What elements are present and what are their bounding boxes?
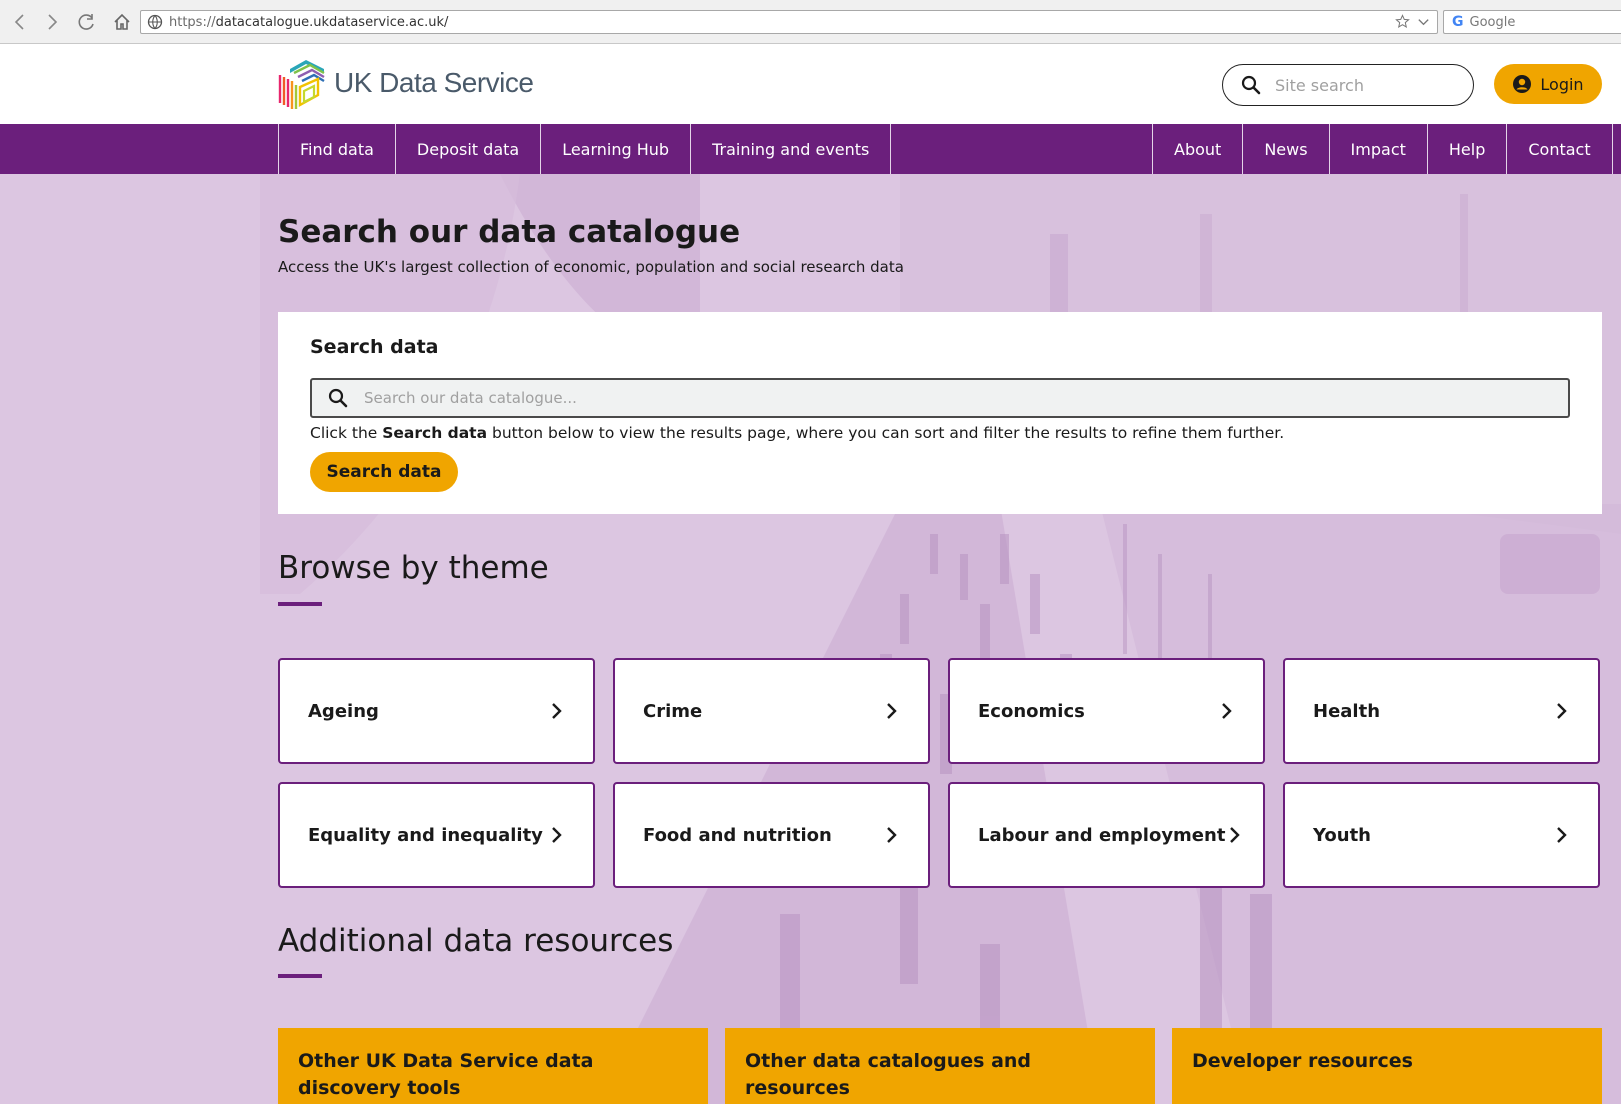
- forward-icon[interactable]: [40, 10, 64, 34]
- browse-by-theme-rule: [278, 602, 322, 606]
- theme-label: Youth: [1313, 824, 1371, 846]
- browser-search-box[interactable]: G Google: [1443, 10, 1621, 34]
- browser-toolbar: https://datacatalogue.ukdataservice.ac.u…: [0, 0, 1621, 44]
- chevron-right-icon: [552, 703, 562, 719]
- google-logo-icon: G: [1452, 14, 1464, 30]
- nav-deposit-data[interactable]: Deposit data: [396, 124, 542, 174]
- chevron-right-icon: [1222, 703, 1232, 719]
- chevron-right-icon: [1557, 703, 1567, 719]
- login-label: Login: [1540, 74, 1584, 94]
- search-help-before: Click the: [310, 424, 383, 442]
- main-navigation: Find data Deposit data Learning Hub Trai…: [0, 124, 1621, 174]
- theme-label: Food and nutrition: [643, 824, 832, 846]
- theme-label: Health: [1313, 700, 1381, 722]
- search-icon: [328, 388, 348, 408]
- search-help-bold: Search data: [382, 424, 488, 442]
- resource-label: Other data catalogues and resources: [745, 1050, 1032, 1099]
- theme-label: Labour and employment: [978, 824, 1226, 846]
- url-host: datacatalogue.ukdataservice.ac.uk/: [215, 14, 449, 30]
- search-help-after: button below to view the results page, w…: [487, 424, 1285, 442]
- nav-find-data[interactable]: Find data: [279, 124, 396, 174]
- chevron-right-icon: [887, 827, 897, 843]
- logo-text: UK Data Service: [334, 67, 534, 98]
- url-scheme: https://: [169, 14, 216, 30]
- theme-label: Equality and inequality: [308, 824, 543, 846]
- hero-section: Search our data catalogue Access the UK'…: [0, 174, 1621, 1104]
- additional-resources-heading: Additional data resources: [278, 923, 674, 959]
- theme-label: Crime: [643, 700, 703, 722]
- resource-label: Developer resources: [1192, 1050, 1413, 1072]
- resource-card-discovery-tools[interactable]: Other UK Data Service data discovery too…: [278, 1028, 708, 1104]
- theme-card-food-nutrition[interactable]: Food and nutrition: [613, 782, 930, 888]
- theme-card-ageing[interactable]: Ageing: [278, 658, 595, 764]
- resource-cards: Other UK Data Service data discovery too…: [278, 1028, 1602, 1104]
- theme-grid: Ageing Crime Economics Health Equality a…: [278, 658, 1602, 888]
- reload-icon[interactable]: [75, 10, 99, 34]
- chevron-right-icon: [1230, 827, 1241, 843]
- search-data-button[interactable]: Search data: [310, 452, 458, 492]
- site-logo[interactable]: UK Data Service: [276, 55, 534, 111]
- login-button[interactable]: Login: [1494, 64, 1602, 104]
- nav-news[interactable]: News: [1243, 124, 1330, 174]
- nav-training-events[interactable]: Training and events: [691, 124, 892, 174]
- resource-label: Other UK Data Service data discovery too…: [298, 1050, 594, 1099]
- theme-card-crime[interactable]: Crime: [613, 658, 930, 764]
- browse-by-theme-heading: Browse by theme: [278, 550, 549, 586]
- user-icon: [1513, 75, 1532, 93]
- theme-label: Ageing: [308, 700, 379, 722]
- search-data-card: Search data Click the Search data button…: [278, 312, 1602, 514]
- resource-card-other-catalogues[interactable]: Other data catalogues and resources: [725, 1028, 1155, 1104]
- page-subtitle: Access the UK's largest collection of ec…: [278, 258, 904, 276]
- url-dropdown-icon[interactable]: [1416, 14, 1431, 29]
- nav-contact[interactable]: Contact: [1507, 124, 1613, 174]
- theme-card-youth[interactable]: Youth: [1283, 782, 1600, 888]
- site-search[interactable]: [1222, 64, 1474, 106]
- theme-card-economics[interactable]: Economics: [948, 658, 1265, 764]
- nav-impact[interactable]: Impact: [1330, 124, 1428, 174]
- search-icon: [1241, 75, 1261, 95]
- nav-help[interactable]: Help: [1428, 124, 1508, 174]
- back-icon[interactable]: [8, 10, 32, 34]
- address-bar[interactable]: https://datacatalogue.ukdataservice.ac.u…: [140, 10, 1438, 34]
- chevron-right-icon: [1557, 827, 1567, 843]
- browser-search-placeholder: Google: [1469, 14, 1516, 30]
- resource-card-developer[interactable]: Developer resources: [1172, 1028, 1602, 1104]
- chevron-right-icon: [887, 703, 897, 719]
- nav-learning-hub[interactable]: Learning Hub: [541, 124, 692, 174]
- bookmark-star-icon[interactable]: [1395, 14, 1410, 29]
- site-header: UK Data Service Login: [0, 45, 1621, 124]
- additional-resources-rule: [278, 974, 322, 978]
- theme-label: Economics: [978, 700, 1085, 722]
- catalogue-search-field[interactable]: [310, 378, 1570, 418]
- nav-about[interactable]: About: [1153, 124, 1244, 174]
- page-title: Search our data catalogue: [278, 214, 741, 250]
- search-card-title: Search data: [310, 336, 439, 358]
- uk-data-service-logo-icon: [278, 60, 325, 109]
- search-help-text: Click the Search data button below to vi…: [310, 424, 1284, 442]
- catalogue-search-input[interactable]: [364, 389, 1544, 407]
- primary-nav: Find data Deposit data Learning Hub Trai…: [278, 124, 892, 174]
- site-search-input[interactable]: [1275, 75, 1445, 95]
- secondary-nav: About News Impact Help Contact: [1152, 124, 1613, 174]
- theme-card-health[interactable]: Health: [1283, 658, 1600, 764]
- theme-card-equality[interactable]: Equality and inequality: [278, 782, 595, 888]
- chevron-right-icon: [552, 827, 562, 843]
- home-icon[interactable]: [110, 10, 134, 34]
- site-info-icon[interactable]: [147, 14, 163, 30]
- theme-card-labour-employment[interactable]: Labour and employment: [948, 782, 1265, 888]
